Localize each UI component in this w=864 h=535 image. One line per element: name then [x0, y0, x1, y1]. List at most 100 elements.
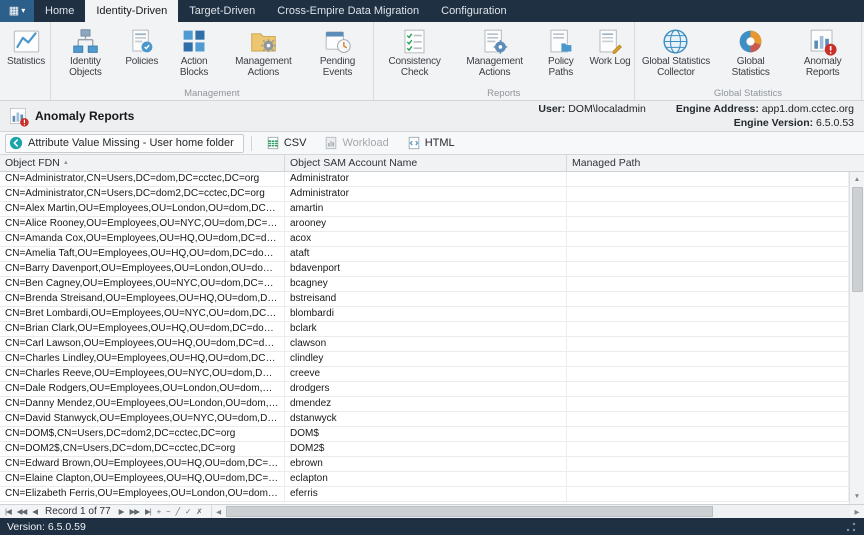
workload-export-button[interactable]: Workload: [317, 134, 395, 153]
nav-prev-button[interactable]: ◀: [29, 505, 40, 518]
ribbon-button-anomaly-reports[interactable]: Anomaly Reports: [785, 23, 860, 87]
ribbon-button-identity-objects[interactable]: Identity Objects: [52, 23, 119, 87]
cell-managed-path: [567, 397, 849, 411]
ribbon-button-work-log[interactable]: Work Log: [587, 23, 633, 87]
table-row[interactable]: CN=Amelia Taft,OU=Employees,OU=HQ,OU=dom…: [0, 247, 849, 262]
scroll-up-arrow-icon[interactable]: ▲: [850, 172, 864, 187]
scroll-down-arrow-icon[interactable]: ▼: [850, 489, 864, 504]
cell-object-sam-account-name: bclark: [285, 322, 567, 336]
table-row[interactable]: CN=Brian Clark,OU=Employees,OU=HQ,OU=dom…: [0, 322, 849, 337]
cell-object-fdn: CN=Barry Davenport,OU=Employees,OU=Londo…: [0, 262, 285, 276]
table-row[interactable]: CN=Amanda Cox,OU=Employees,OU=HQ,OU=dom,…: [0, 232, 849, 247]
ribbon-button-global-statistics[interactable]: Global Statistics: [716, 23, 785, 87]
horizontal-scroll-thumb[interactable]: [226, 506, 713, 517]
cell-managed-path: [567, 277, 849, 291]
nav-end-edit-button[interactable]: ✓: [182, 505, 193, 518]
resize-grip[interactable]: [845, 521, 857, 533]
ribbon-button-consistency-check[interactable]: Consistency Check: [375, 23, 455, 87]
table-row[interactable]: CN=Alex Martin,OU=Employees,OU=London,OU…: [0, 202, 849, 217]
nav-last-button[interactable]: ▶|: [142, 505, 154, 518]
anomaly-reports-page-icon: [8, 106, 29, 127]
cell-object-sam-account-name: drodgers: [285, 382, 567, 396]
ribbon-button-policy-paths[interactable]: Policy Paths: [535, 23, 587, 87]
table-row[interactable]: CN=Barry Davenport,OU=Employees,OU=Londo…: [0, 262, 849, 277]
cell-object-fdn: CN=Amelia Taft,OU=Employees,OU=HQ,OU=dom…: [0, 247, 285, 261]
cell-object-sam-account-name: acox: [285, 232, 567, 246]
ribbon-button-statistics[interactable]: Statistics: [3, 23, 49, 87]
nav-next-button[interactable]: ▶: [116, 505, 127, 518]
csv-export-button[interactable]: CSV: [259, 134, 314, 153]
ribbon-group-management: Identity ObjectsPoliciesAction BlocksMan…: [51, 22, 374, 100]
cell-object-sam-account-name: clindley: [285, 352, 567, 366]
vertical-scroll-thumb[interactable]: [852, 187, 863, 292]
nav-next-page-button[interactable]: ▶▶: [126, 505, 142, 518]
tab-configuration[interactable]: Configuration: [430, 0, 517, 22]
grid-header-filler: [849, 155, 864, 172]
ribbon-button-pending-events[interactable]: Pending Events: [303, 23, 371, 87]
horizontal-scrollbar[interactable]: ◀ ▶: [211, 505, 864, 518]
nav-first-button[interactable]: |◀: [2, 505, 14, 518]
tab-home[interactable]: Home: [34, 0, 85, 22]
table-row[interactable]: CN=DOM2$,CN=Users,DC=dom,DC=cctec,DC=org…: [0, 442, 849, 457]
ribbon-button-action-blocks[interactable]: Action Blocks: [165, 23, 224, 87]
table-row[interactable]: CN=Alice Rooney,OU=Employees,OU=NYC,OU=d…: [0, 217, 849, 232]
vertical-scrollbar[interactable]: ▲ ▼: [849, 172, 864, 504]
ribbon-group-buttons: Statistics: [3, 23, 49, 87]
tab-cross-empire-data-migration[interactable]: Cross-Empire Data Migration: [266, 0, 430, 22]
cell-managed-path: [567, 262, 849, 276]
cell-object-sam-account-name: Administrator: [285, 172, 567, 186]
column-header-managed-path[interactable]: Managed Path: [567, 155, 849, 171]
ribbon-button-label: Consistency Check: [376, 57, 454, 79]
cell-managed-path: [567, 187, 849, 201]
cell-object-sam-account-name: bdavenport: [285, 262, 567, 276]
table-row[interactable]: CN=Charles Lindley,OU=Employees,OU=HQ,OU…: [0, 352, 849, 367]
table-row[interactable]: CN=Brenda Streisand,OU=Employees,OU=HQ,O…: [0, 292, 849, 307]
cell-object-sam-account-name: DOM2$: [285, 442, 567, 456]
ribbon-group-label: Management: [52, 87, 372, 100]
html-export-button[interactable]: HTML: [400, 134, 462, 153]
table-row[interactable]: CN=David Stanwyck,OU=Employees,OU=NYC,OU…: [0, 412, 849, 427]
cell-object-fdn: CN=Edward Brown,OU=Employees,OU=HQ,OU=do…: [0, 457, 285, 471]
nav-prev-page-button[interactable]: ◀◀: [14, 505, 30, 518]
table-row[interactable]: CN=Charles Reeve,OU=Employees,OU=NYC,OU=…: [0, 367, 849, 382]
table-row[interactable]: CN=Danny Mendez,OU=Employees,OU=London,O…: [0, 397, 849, 412]
table-row[interactable]: CN=Elaine Clapton,OU=Employees,OU=HQ,OU=…: [0, 472, 849, 487]
app-menu-button[interactable]: ▦ ▾: [0, 0, 34, 22]
tab-identity-driven[interactable]: Identity-Driven: [85, 0, 178, 22]
ribbon-group-label: Global Statistics: [636, 87, 860, 100]
ribbon-button-label: Anomaly Reports: [786, 57, 859, 79]
table-row[interactable]: CN=Edward Brown,OU=Employees,OU=HQ,OU=do…: [0, 457, 849, 472]
table-row[interactable]: CN=Carl Lawson,OU=Employees,OU=HQ,OU=dom…: [0, 337, 849, 352]
ribbon-button-management-actions[interactable]: Management Actions: [223, 23, 303, 87]
column-header-object-fdn[interactable]: Object FDN▲: [0, 155, 285, 171]
table-row[interactable]: CN=Administrator,CN=Users,DC=dom,DC=ccte…: [0, 172, 849, 187]
cell-managed-path: [567, 412, 849, 426]
column-header-object-sam-account-name[interactable]: Object SAM Account Name: [285, 155, 567, 171]
nav-edit-button[interactable]: ╱: [172, 505, 182, 518]
ribbon-group-reports: Consistency CheckManagement ActionsPolic…: [374, 22, 635, 100]
scroll-right-arrow-icon[interactable]: ▶: [850, 508, 864, 516]
engine-address-label: Engine Address:: [676, 103, 759, 115]
engine-address-value: app1.dom.cctec.org: [762, 103, 854, 115]
export-button-label: Workload: [342, 137, 388, 149]
ribbon-button-global-statistics-collector[interactable]: Global Statistics Collector: [636, 23, 716, 87]
ribbon-button-management-actions[interactable]: Management Actions: [455, 23, 535, 87]
horizontal-scroll-track[interactable]: [226, 505, 850, 518]
table-row[interactable]: CN=Administrator,CN=Users,DC=dom2,DC=cct…: [0, 187, 849, 202]
nav-delete-button[interactable]: −: [163, 505, 172, 518]
back-button[interactable]: Attribute Value Missing - User home fold…: [5, 134, 244, 153]
ribbon-button-policies[interactable]: Policies: [119, 23, 165, 87]
nav-cancel-edit-button[interactable]: ✗: [193, 505, 204, 518]
table-row[interactable]: CN=Bret Lombardi,OU=Employees,OU=NYC,OU=…: [0, 307, 849, 322]
cell-object-sam-account-name: ebrown: [285, 457, 567, 471]
column-header-label: Managed Path: [572, 157, 640, 169]
workload-icon: [324, 136, 338, 150]
table-row[interactable]: CN=DOM$,CN=Users,DC=dom2,DC=cctec,DC=org…: [0, 427, 849, 442]
table-row[interactable]: CN=Elizabeth Ferris,OU=Employees,OU=Lond…: [0, 487, 849, 502]
column-header-label: Object SAM Account Name: [290, 157, 417, 169]
tab-target-driven[interactable]: Target-Driven: [178, 0, 266, 22]
table-row[interactable]: CN=Dale Rodgers,OU=Employees,OU=London,O…: [0, 382, 849, 397]
nav-append-button[interactable]: +: [154, 505, 163, 518]
table-row[interactable]: CN=Ben Cagney,OU=Employees,OU=NYC,OU=dom…: [0, 277, 849, 292]
scroll-left-arrow-icon[interactable]: ◀: [212, 508, 226, 516]
